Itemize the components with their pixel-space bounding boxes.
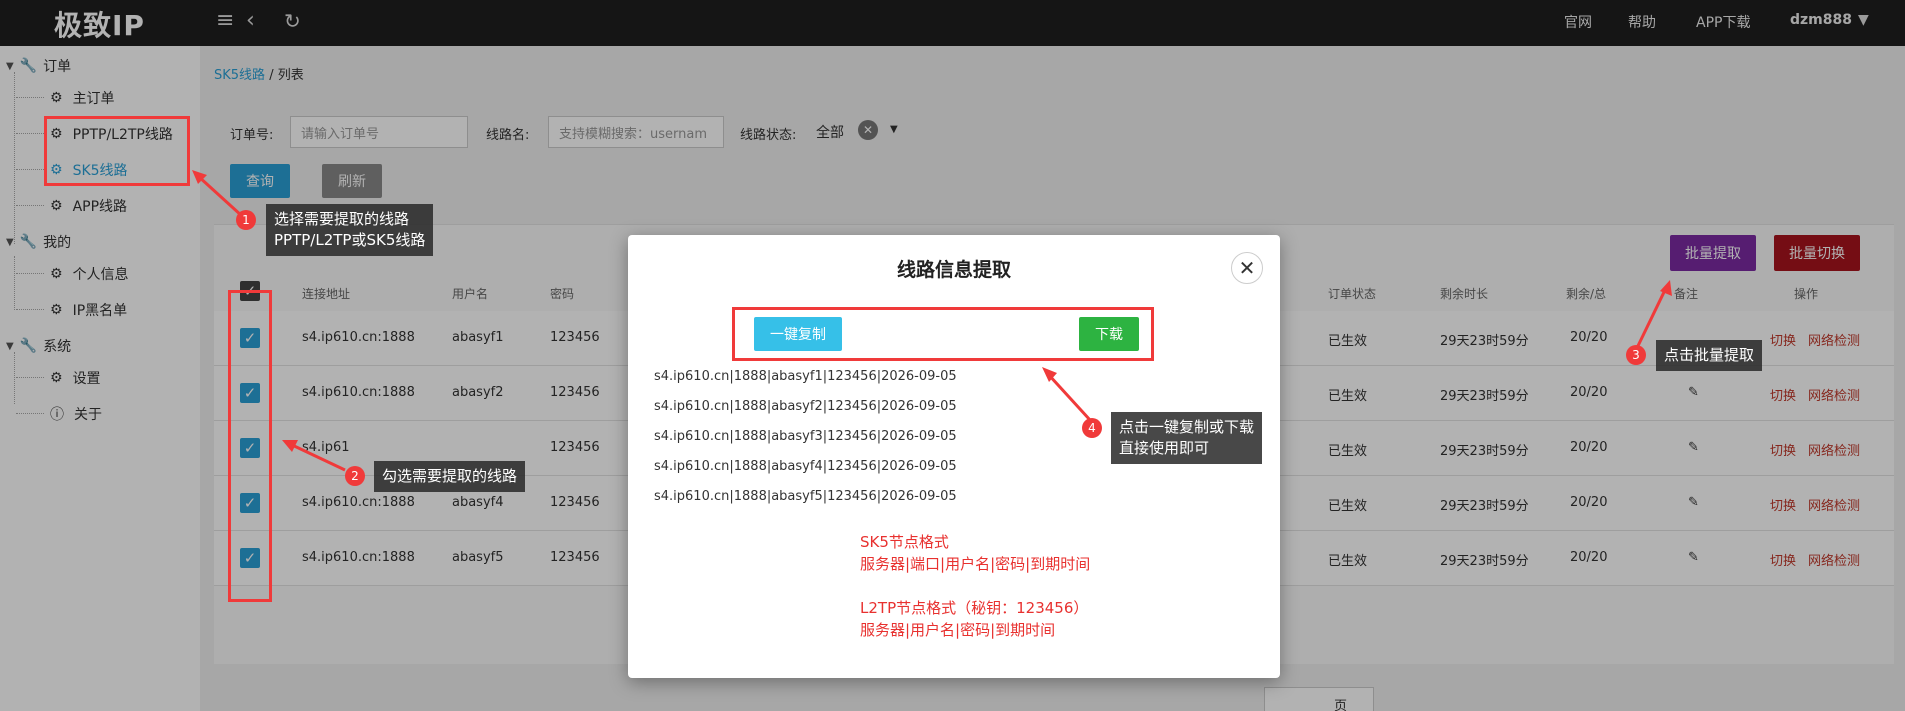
annotation-badge: 2 <box>345 466 365 486</box>
callout-line: 选择需要提取的线路 <box>274 210 410 228</box>
callout-line: 直接使用即可 <box>1119 439 1210 457</box>
annotation-callout: 勾选需要提取的线路 <box>374 461 526 492</box>
annotation-badge: 3 <box>1626 345 1646 365</box>
callout-line: PPTP/L2TP或SK5线路 <box>274 231 426 249</box>
annotation-badge: 4 <box>1082 418 1102 438</box>
annotation-callout: 点击一键复制或下载 直接使用即可 <box>1111 412 1263 464</box>
callout-line: 点击一键复制或下载 <box>1119 418 1255 436</box>
annotation-badge: 1 <box>236 210 256 230</box>
annotation-callout: 选择需要提取的线路 PPTP/L2TP或SK5线路 <box>266 204 434 256</box>
annotation-arrows <box>192 170 1672 472</box>
annotation-callout: 点击批量提取 <box>1656 340 1763 371</box>
